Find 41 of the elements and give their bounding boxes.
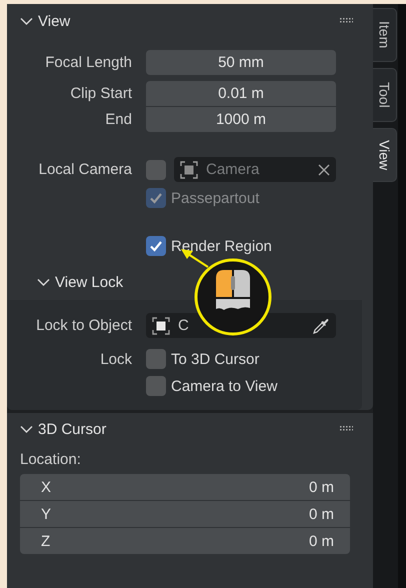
clear-icon[interactable] — [318, 164, 330, 176]
sidebar-tab[interactable]: Tool — [373, 68, 397, 122]
coordinate-field[interactable]: Y 0 m — [20, 501, 350, 527]
object-icon — [152, 316, 170, 334]
sidebar-tab[interactable]: Item — [373, 8, 397, 62]
checkbox[interactable] — [146, 349, 166, 369]
object-picker[interactable]: Camera — [174, 157, 336, 182]
checkbox[interactable] — [146, 376, 166, 396]
checkbox-label: To 3D Cursor — [171, 350, 260, 368]
checkbox[interactable] — [146, 236, 166, 256]
checkmark-icon — [149, 192, 163, 204]
checkmark-icon — [149, 240, 163, 252]
coordinate-field[interactable]: X 0 m — [20, 474, 350, 500]
field-label: Clip Start — [69, 84, 133, 104]
number-field[interactable]: 1000 m — [146, 107, 336, 132]
chevron-icon[interactable] — [37, 278, 50, 286]
object-field[interactable]: C — [178, 317, 192, 334]
sidebar-tab[interactable]: View — [373, 128, 397, 182]
checkbox-label: Render Region — [171, 238, 272, 254]
drag-handle-icon[interactable] — [340, 18, 353, 24]
location-label: Location: — [19, 451, 81, 468]
field-label: Lock to Object — [35, 317, 133, 334]
field-label: Lock — [99, 350, 133, 368]
chevron-icon[interactable] — [20, 16, 33, 26]
object-icon — [180, 160, 198, 178]
field-label: End — [104, 110, 133, 130]
drag-handle-icon[interactable] — [340, 426, 353, 432]
number-field[interactable]: 0.01 m — [146, 81, 336, 106]
panel-title[interactable]: 3D Cursor — [38, 420, 106, 438]
number-field[interactable]: 50 mm — [146, 50, 336, 75]
panel-title[interactable]: View — [38, 12, 70, 30]
subpanel-title[interactable]: View Lock — [55, 274, 124, 290]
checkbox-label: Camera to View — [171, 378, 278, 394]
coordinate-field[interactable]: Z 0 m — [20, 528, 350, 554]
chevron-icon[interactable] — [20, 424, 33, 434]
field-label: Local Camera — [38, 161, 133, 178]
eyedropper-icon[interactable] — [312, 316, 330, 334]
camera-field[interactable]: Camera — [206, 161, 310, 178]
checkbox-label: Passepartout — [171, 190, 260, 206]
checkbox[interactable] — [146, 160, 166, 180]
field-label: Focal Length — [44, 54, 133, 71]
